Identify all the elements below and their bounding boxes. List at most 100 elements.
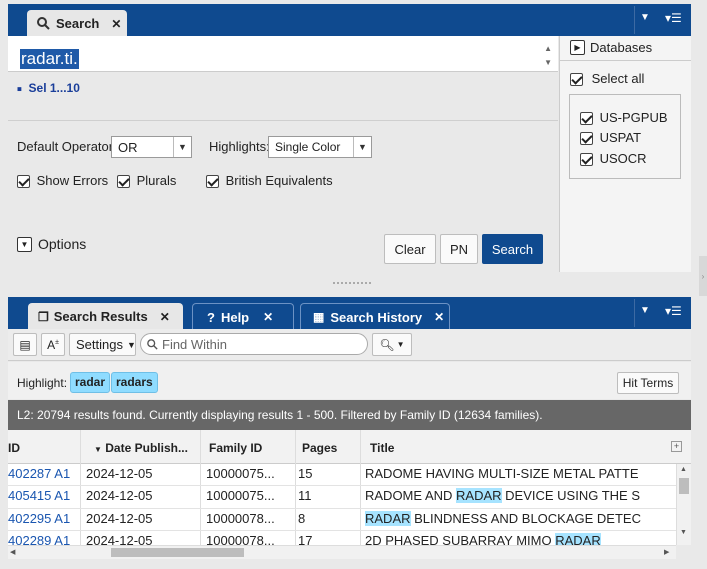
usocr-checkbox[interactable] <box>580 153 593 167</box>
scroll-left-icon[interactable]: ◀ <box>10 548 15 556</box>
scroll-up-icon[interactable]: ▲ <box>680 466 687 473</box>
chevron-down-icon: ▼ <box>173 137 191 157</box>
row-family: 10000078... <box>206 511 275 526</box>
scroll-right-icon[interactable]: ▶ <box>664 548 669 556</box>
database-item-uspat[interactable]: USPAT <box>580 130 641 146</box>
select-all-label: Select all <box>591 71 645 86</box>
panel-menu-divider <box>634 6 635 34</box>
help-icon: ? <box>207 309 215 325</box>
horizontal-scroll-thumb[interactable] <box>111 548 244 557</box>
col-header-date[interactable]: ▼ Date Publish... <box>94 441 204 455</box>
find-options-button[interactable]: 🔍︎ ▼ <box>372 333 412 356</box>
table-row[interactable]: 405415 A1 2024-12-05 10000075... 11 RADO… <box>8 486 676 509</box>
row-date: 2024-12-05 <box>86 533 153 545</box>
row-title: RADAR BLINDNESS AND BLOCKAGE DETEC <box>365 511 676 526</box>
hit-terms-button[interactable]: Hit Terms <box>617 372 679 394</box>
highlight-term-radars[interactable]: radars <box>111 372 158 393</box>
close-icon[interactable]: ✕ <box>111 17 121 31</box>
col-header-pages[interactable]: Pages <box>302 441 362 455</box>
us-pgpub-checkbox[interactable] <box>580 112 593 126</box>
chevron-down-icon: ▼ <box>126 339 136 350</box>
close-icon[interactable]: ✕ <box>434 310 444 324</box>
tab-help[interactable]: ? Help ✕ <box>192 303 294 330</box>
list-menu-icon[interactable]: ▾☰ <box>665 304 682 318</box>
british-option[interactable]: British Equivalents <box>206 173 333 189</box>
right-edge-handle[interactable]: › <box>699 256 707 296</box>
plurals-checkbox[interactable] <box>117 175 130 189</box>
results-table: ID ▼ Date Publish... Family ID Pages Tit… <box>8 430 691 545</box>
highlight-term-radar[interactable]: radar <box>70 372 111 393</box>
row-date: 2024-12-05 <box>86 466 153 481</box>
find-within-input[interactable]: Find Within <box>140 333 368 355</box>
plurals-option[interactable]: Plurals <box>117 173 176 189</box>
scroll-down-icon[interactable]: ▼ <box>680 529 687 536</box>
add-column-icon[interactable]: + <box>671 441 682 452</box>
british-checkbox[interactable] <box>206 175 219 189</box>
database-item-us-pgpub[interactable]: US-PGPUB <box>580 110 668 126</box>
databases-separator <box>560 60 691 61</box>
search-button[interactable]: Search <box>482 234 543 264</box>
database-label: USOCR <box>599 151 647 166</box>
show-errors-option[interactable]: Show Errors <box>17 173 109 189</box>
tab-search-history[interactable]: ▦ Search History ✕ <box>300 303 450 330</box>
database-item-usocr[interactable]: USOCR <box>580 151 647 167</box>
sort-desc-icon: ▼ <box>94 445 102 454</box>
row-family: 10000078... <box>206 533 275 545</box>
close-icon[interactable]: ✕ <box>263 310 273 324</box>
row-pages: 8 <box>298 511 306 526</box>
search-plus-icon: 🔍︎ <box>379 337 395 352</box>
uspat-checkbox[interactable] <box>580 132 593 146</box>
history-line-label: Sel 1...10 <box>28 81 80 95</box>
databases-header[interactable]: ▶ Databases <box>570 40 652 55</box>
search-icon <box>37 17 50 30</box>
horizontal-scrollbar[interactable]: ◀ ▶ <box>8 545 676 559</box>
show-errors-checkbox[interactable] <box>17 175 30 189</box>
col-header-title[interactable]: Title <box>370 441 570 455</box>
options-label: Options <box>38 236 87 252</box>
default-operator-value: OR <box>118 139 138 155</box>
table-row[interactable]: 402295 A1 2024-12-05 10000078... 8 RADAR… <box>8 509 676 531</box>
search-icon <box>147 338 158 350</box>
row-id[interactable]: 402289 A1 <box>8 533 78 545</box>
show-errors-label: Show Errors <box>36 173 109 188</box>
vertical-scroll-thumb[interactable] <box>679 478 689 494</box>
text-size-icon: A± <box>47 337 59 352</box>
tab-search-results[interactable]: ❐ Search Results ✕ <box>28 303 183 330</box>
options-toggle[interactable]: ▼ Options <box>17 236 86 252</box>
row-id[interactable]: 402295 A1 <box>8 511 78 526</box>
row-title: 2D PHASED SUBARRAY MIMO RADAR <box>365 533 676 545</box>
find-within-placeholder: Find Within <box>162 336 228 352</box>
panel-splitter[interactable] <box>0 272 707 296</box>
clear-button[interactable]: Clear <box>384 234 436 264</box>
table-row[interactable]: 402289 A1 2024-12-05 10000078... 17 2D P… <box>8 531 676 545</box>
row-title: RADOME AND RADAR DEVICE USING THE S <box>365 488 676 503</box>
settings-label: Settings <box>76 337 123 352</box>
highlights-select[interactable]: Single Color ▼ <box>268 136 372 158</box>
row-id[interactable]: 402287 A1 <box>8 466 78 481</box>
expand-icon: ▼ <box>17 236 32 252</box>
vertical-scrollbar[interactable]: ▲ ▼ <box>676 464 691 545</box>
col-header-id[interactable]: ID <box>8 441 78 455</box>
col-header-family[interactable]: Family ID <box>209 441 294 455</box>
history-line[interactable]: ■ Sel 1...10 <box>17 81 80 95</box>
chevron-down-icon[interactable]: ▼ <box>640 12 650 23</box>
default-operator-select[interactable]: OR ▼ <box>111 136 192 158</box>
row-id[interactable]: 405415 A1 <box>8 488 78 503</box>
tab-search[interactable]: Search ✕ <box>27 10 127 37</box>
close-icon[interactable]: ✕ <box>160 310 170 324</box>
font-size-button[interactable]: A± <box>41 333 65 356</box>
chevron-down-icon[interactable]: ▼ <box>640 305 650 316</box>
list-menu-icon[interactable]: ▾☰ <box>665 11 682 25</box>
table-row[interactable]: 402287 A1 2024-12-05 10000075... 15 RADO… <box>8 464 676 486</box>
pn-button[interactable]: PN <box>440 234 478 264</box>
title-text: RADOME HAVING MULTI-SIZE METAL PATTE <box>365 466 639 481</box>
query-editor[interactable]: radar.ti. ▲ ▼ <box>8 36 558 72</box>
row-date: 2024-12-05 <box>86 511 153 526</box>
select-all-option[interactable]: Select all <box>570 71 645 87</box>
results-status: L2: 20794 results found. Currently displ… <box>8 400 691 430</box>
print-button[interactable]: ▤ <box>13 333 37 356</box>
settings-dropdown[interactable]: Settings ▼ <box>69 333 136 356</box>
select-all-checkbox[interactable] <box>570 73 583 87</box>
query-scrollbar[interactable]: ▲ ▼ <box>544 42 552 70</box>
splitter-handle-icon <box>333 282 371 288</box>
